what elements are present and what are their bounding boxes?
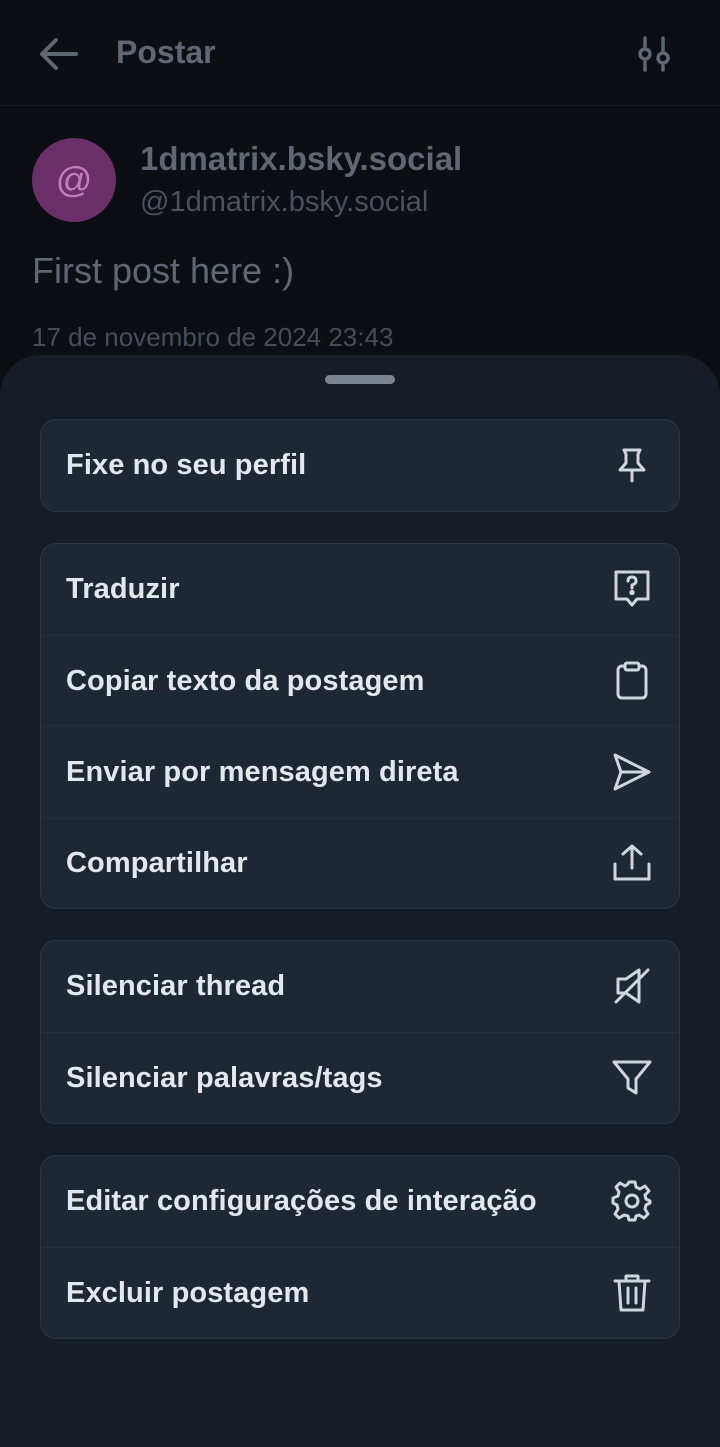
menu-item-delete-post[interactable]: Excluir postagem [41, 1247, 679, 1338]
menu-item-send-dm[interactable]: Enviar por mensagem direta [41, 726, 679, 817]
menu-item-label: Compartilhar [66, 846, 248, 879]
user-handle[interactable]: @1dmatrix.bsky.social [140, 186, 428, 219]
post-text: First post here :) [32, 250, 295, 291]
avatar[interactable]: @ [32, 138, 116, 222]
menu-group-pin: Fixe no seu perfil [40, 419, 680, 512]
pin-icon [611, 444, 653, 486]
page-title: Postar [116, 34, 216, 70]
sliders-icon [638, 36, 670, 72]
display-name[interactable]: 1dmatrix.bsky.social [140, 140, 462, 178]
trash-icon [611, 1272, 653, 1314]
menu-item-label: Silenciar palavras/tags [66, 1061, 383, 1094]
send-icon [611, 751, 653, 793]
menu-group-manage: Editar configurações de interação Exclui… [40, 1155, 680, 1339]
translate-icon [611, 568, 653, 610]
avatar-symbol: @ [55, 159, 93, 200]
menu-item-translate[interactable]: Traduzir [41, 544, 679, 635]
menu-item-copy-text[interactable]: Copiar texto da postagem [41, 635, 679, 726]
sliders-button[interactable] [634, 34, 674, 74]
clipboard-icon [611, 660, 653, 702]
menu-item-pin[interactable]: Fixe no seu perfil [41, 420, 679, 511]
menu-item-label: Editar configurações de interação [66, 1185, 537, 1217]
menu-item-label: Fixe no seu perfil [66, 449, 307, 481]
menu-item-label: Enviar por mensagem direta [66, 755, 459, 788]
arrow-left-icon [40, 38, 78, 70]
gear-icon [611, 1180, 653, 1222]
share-icon [611, 842, 653, 884]
menu-item-interaction-settings[interactable]: Editar configurações de interação [41, 1156, 679, 1247]
menu-item-label: Excluir postagem [66, 1276, 310, 1309]
sheet-drag-handle[interactable] [325, 375, 395, 384]
menu-item-mute-thread[interactable]: Silenciar thread [41, 941, 679, 1032]
options-sheet: Fixe no seu perfil Traduzir Copiar texto… [0, 355, 720, 1447]
back-button[interactable] [36, 34, 82, 74]
header: Postar [0, 0, 720, 106]
menu-group-mute: Silenciar thread Silenciar palavras/tags [40, 940, 680, 1124]
mute-icon [611, 965, 653, 1007]
menu-group-actions: Traduzir Copiar texto da postagem Enviar… [40, 543, 680, 909]
post-screen: Postar @ 1dmatrix.bsky.social @1dmatrix.… [0, 0, 720, 1447]
menu-item-mute-words[interactable]: Silenciar palavras/tags [41, 1032, 679, 1123]
menu-item-share[interactable]: Compartilhar [41, 817, 679, 908]
menu-item-label: Copiar texto da postagem [66, 664, 425, 697]
filter-icon [611, 1057, 653, 1099]
menu-item-label: Silenciar thread [66, 970, 286, 1002]
menu-item-label: Traduzir [66, 573, 180, 605]
post-date: 17 de novembro de 2024 23:43 [32, 322, 394, 352]
